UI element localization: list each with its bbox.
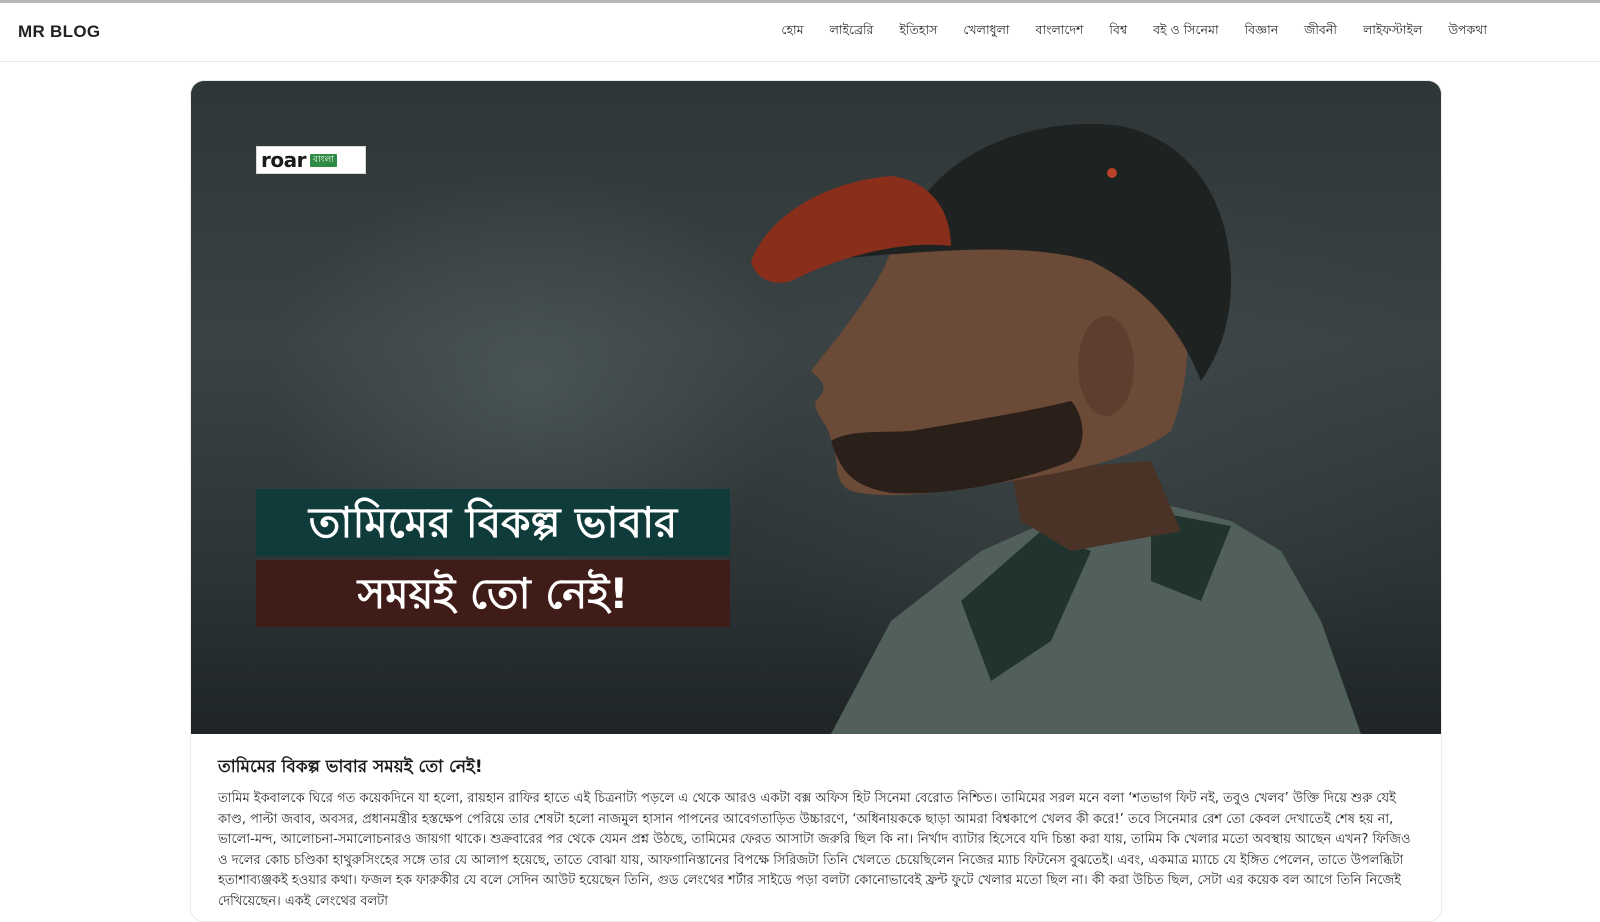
nav-link-folktale[interactable]: উপকথা — [1435, 22, 1500, 42]
nav-link-lifestyle[interactable]: লাইফস্টাইল — [1350, 22, 1435, 42]
player-ear — [1078, 316, 1134, 416]
article-card: roar বাংলা তামিমের বিকল্প ভাবার সময়ই তো… — [190, 80, 1442, 922]
hero-headline-line1: তামিমের বিকল্প ভাবার — [256, 489, 730, 556]
article-title: তামিমের বিকল্প ভাবার সময়ই তো নেই! — [218, 757, 483, 777]
nav-link-bangladesh[interactable]: বাংলাদেশ — [1023, 22, 1097, 42]
article-content: তামিমের বিকল্প ভাবার সময়ই তো নেই! তামিম… — [218, 755, 1414, 912]
nav-item-books-cinema: বই ও সিনেমা — [1140, 22, 1232, 42]
nav-item-biography: জীবনী — [1291, 22, 1350, 42]
nav-item-science: বিজ্ঞান — [1232, 22, 1292, 42]
nav-item-lifestyle: লাইফস্টাইল — [1350, 22, 1435, 42]
hero-image[interactable]: roar বাংলা তামিমের বিকল্প ভাবার সময়ই তো… — [191, 81, 1441, 734]
nav-item-library: লাইব্রেরি — [817, 22, 887, 42]
nav-link-home[interactable]: হোম — [768, 22, 816, 42]
nav-item-folktale: উপকথা — [1435, 22, 1500, 42]
site-brand-link[interactable]: MR BLOG — [18, 22, 100, 42]
nav-link-history[interactable]: ইতিহাস — [886, 22, 950, 42]
player-cap-button — [1107, 168, 1117, 178]
nav-link-science[interactable]: বিজ্ঞান — [1232, 22, 1292, 42]
main-nav: হোম লাইব্রেরি ইতিহাস খেলাধুলা বাংলাদেশ ব… — [768, 3, 1500, 61]
nav-item-history: ইতিহাস — [886, 22, 950, 42]
cricketer-portrait-illustration — [751, 123, 1361, 734]
nav-item-home: হোম — [768, 22, 816, 42]
nav-item-bangladesh: বাংলাদেশ — [1023, 22, 1097, 42]
hero-headline-line2: সময়ই তো নেই! — [256, 560, 730, 627]
roar-logo-tag: বাংলা — [309, 153, 337, 167]
nav-link-biography[interactable]: জীবনী — [1291, 22, 1350, 42]
roar-bangla-logo: roar বাংলা — [256, 146, 366, 174]
nav-item-sports: খেলাধুলা — [950, 22, 1022, 42]
roar-logo-word: roar — [261, 148, 306, 172]
nav-link-books-cinema[interactable]: বই ও সিনেমা — [1140, 22, 1232, 42]
nav-link-world[interactable]: বিশ্ব — [1096, 22, 1140, 42]
nav-item-world: বিশ্ব — [1096, 22, 1140, 42]
site-navbar: MR BLOG হোম লাইব্রেরি ইতিহাস খেলাধুলা বা… — [0, 3, 1600, 62]
nav-link-sports[interactable]: খেলাধুলা — [950, 22, 1022, 42]
article-body: তামিম ইকবালকে ঘিরে গত কয়েকদিনে যা হলো, … — [218, 791, 1411, 909]
nav-link-library[interactable]: লাইব্রেরি — [817, 22, 887, 42]
